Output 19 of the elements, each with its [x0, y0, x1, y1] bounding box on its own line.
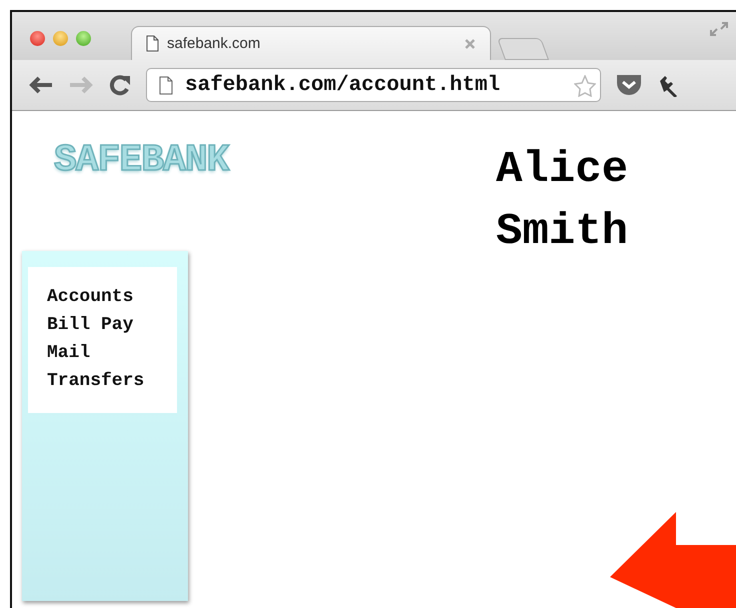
address-bar[interactable]: safebank.com/account.html [146, 68, 601, 102]
star-icon[interactable] [574, 75, 596, 97]
pocket-icon[interactable] [615, 73, 643, 97]
close-icon[interactable] [464, 38, 476, 50]
zoom-button[interactable] [76, 30, 91, 46]
user-name: Alice Smith [494, 144, 630, 251]
fullscreen-icon[interactable] [708, 20, 730, 38]
page-icon [146, 35, 159, 52]
reload-icon[interactable] [108, 74, 132, 96]
page-icon [159, 76, 173, 94]
nav-link[interactable]: Mail [47, 339, 177, 367]
close-button[interactable] [30, 30, 45, 46]
minimize-button[interactable] [53, 30, 68, 46]
nav-link[interactable]: Bill Pay [47, 311, 177, 339]
back-icon[interactable] [28, 75, 54, 95]
nav-link[interactable]: Accounts [47, 283, 177, 311]
nav-link[interactable]: Transfers [47, 367, 177, 395]
browser-tab[interactable]: safebank.com [131, 26, 491, 60]
forward-icon[interactable] [68, 75, 94, 95]
